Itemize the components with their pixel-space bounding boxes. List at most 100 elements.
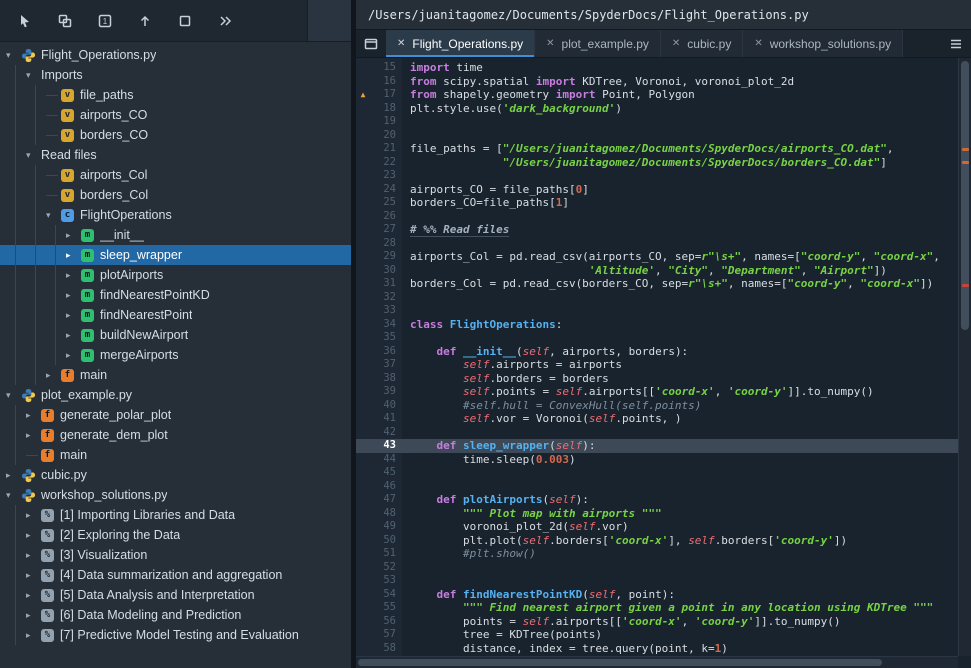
chevron-right-icon[interactable]: ▸	[46, 370, 61, 381]
chevron-right-icon[interactable]: ▸	[66, 330, 81, 341]
outline-item-file-paths[interactable]: vfile_paths	[0, 85, 351, 105]
line-number[interactable]: 26	[370, 210, 402, 224]
line-number[interactable]: 50	[370, 534, 402, 548]
code-line[interactable]: 48 """ Plot map with airports """	[356, 507, 958, 521]
chevron-right-icon[interactable]: ▸	[26, 570, 41, 581]
line-number[interactable]: 49	[370, 520, 402, 534]
line-number[interactable]: 46	[370, 480, 402, 494]
code-line[interactable]: 55 """ Find nearest airport given a poin…	[356, 601, 958, 615]
tab-close-icon[interactable]: ✕	[672, 38, 680, 49]
follow-cursor-button[interactable]	[170, 7, 200, 35]
chevron-down-icon[interactable]: ▾	[46, 210, 61, 221]
outline-item-cubic-py[interactable]: ▸cubic.py	[0, 465, 351, 485]
outline-item-main[interactable]: ▸fmain	[0, 365, 351, 385]
code-line[interactable]: 52	[356, 561, 958, 575]
chevron-down-icon[interactable]: ▾	[6, 490, 21, 501]
chevron-down-icon[interactable]: ▾	[6, 390, 21, 401]
code-line[interactable]: 19	[356, 115, 958, 129]
line-number[interactable]: 42	[370, 426, 402, 440]
code-line[interactable]: 15import time	[356, 61, 958, 75]
line-number[interactable]: 22	[370, 156, 402, 170]
chevron-right-icon[interactable]: ▸	[66, 270, 81, 281]
line-number[interactable]: 43	[370, 439, 402, 453]
line-number[interactable]: 20	[370, 129, 402, 143]
code-line[interactable]: 46	[356, 480, 958, 494]
outline-item-plot-example-py[interactable]: ▾plot_example.py	[0, 385, 351, 405]
code-line[interactable]: 16from scipy.spatial import KDTree, Voro…	[356, 75, 958, 89]
chevron-right-icon[interactable]: ▸	[26, 590, 41, 601]
editor-tab-cubic-py[interactable]: ✕cubic.py	[661, 30, 743, 57]
expand-all-button[interactable]	[210, 7, 240, 35]
code-line[interactable]: 56 points = self.airports[['coord-x', 'c…	[356, 615, 958, 629]
line-number[interactable]: 53	[370, 574, 402, 588]
line-number[interactable]: 34	[370, 318, 402, 332]
chevron-right-icon[interactable]: ▸	[26, 510, 41, 521]
code-line[interactable]: 26	[356, 210, 958, 224]
chevron-right-icon[interactable]: ▸	[26, 430, 41, 441]
chevron-down-icon[interactable]: ▾	[26, 70, 41, 81]
chevron-right-icon[interactable]: ▸	[66, 230, 81, 241]
line-number[interactable]: 51	[370, 547, 402, 561]
show-attributes-button[interactable]	[50, 7, 80, 35]
code-line[interactable]: 21file_paths = ["/Users/juanitagomez/Doc…	[356, 142, 958, 156]
outline-item-findnearestpointkd[interactable]: ▸mfindNearestPointKD	[0, 285, 351, 305]
tab-close-icon[interactable]: ✕	[397, 38, 405, 49]
outline-item-airports-col[interactable]: vairports_Col	[0, 165, 351, 185]
chevron-right-icon[interactable]: ▸	[26, 530, 41, 541]
outline-item-mergeairports[interactable]: ▸mmergeAirports	[0, 345, 351, 365]
line-number[interactable]: 23	[370, 169, 402, 183]
new-window-button[interactable]	[356, 30, 386, 57]
outline-item-generate-polar-plot[interactable]: ▸fgenerate_polar_plot	[0, 405, 351, 425]
outline-item-5-data-analysis-and-interpretation[interactable]: ▸%[5] Data Analysis and Interpretation	[0, 585, 351, 605]
chevron-right-icon[interactable]: ▸	[26, 630, 41, 641]
line-number[interactable]: 47	[370, 493, 402, 507]
line-number[interactable]: 15	[370, 61, 402, 75]
outline-item-init[interactable]: ▸m__init__	[0, 225, 351, 245]
line-number[interactable]: 17	[370, 88, 402, 102]
line-number[interactable]: 44	[370, 453, 402, 467]
outline-item-flight-operations-py[interactable]: ▾Flight_Operations.py	[0, 45, 351, 65]
line-number[interactable]: 32	[370, 291, 402, 305]
line-number[interactable]: 36	[370, 345, 402, 359]
chevron-down-icon[interactable]: ▾	[26, 150, 41, 161]
line-number[interactable]: 35	[370, 331, 402, 345]
outline-item-generate-dem-plot[interactable]: ▸fgenerate_dem_plot	[0, 425, 351, 445]
code-line[interactable]: 18plt.style.use('dark_background')	[356, 102, 958, 116]
code-line[interactable]: 24airports_CO = file_paths[0]	[356, 183, 958, 197]
line-number[interactable]: 31	[370, 277, 402, 291]
code-line[interactable]: 27# %% Read files	[356, 223, 958, 237]
outline-item-borders-col[interactable]: vborders_Col	[0, 185, 351, 205]
line-number[interactable]: 16	[370, 75, 402, 89]
chevron-right-icon[interactable]: ▸	[66, 350, 81, 361]
outline-item-airports-co[interactable]: vairports_CO	[0, 105, 351, 125]
line-number[interactable]: 19	[370, 115, 402, 129]
line-number[interactable]: 52	[370, 561, 402, 575]
outline-item-2-exploring-the-data[interactable]: ▸%[2] Exploring the Data	[0, 525, 351, 545]
outline-item-sleep-wrapper[interactable]: ▸msleep_wrapper	[0, 245, 351, 265]
line-number[interactable]: 29	[370, 250, 402, 264]
browse-tabs-button[interactable]	[941, 30, 971, 57]
outline-item-flightoperations[interactable]: ▾cFlightOperations	[0, 205, 351, 225]
line-number[interactable]: 30	[370, 264, 402, 278]
line-number[interactable]: 39	[370, 385, 402, 399]
line-number[interactable]: 56	[370, 615, 402, 629]
line-number[interactable]: 58	[370, 642, 402, 656]
chevron-down-icon[interactable]: ▾	[6, 50, 21, 61]
line-number[interactable]: 54	[370, 588, 402, 602]
tab-close-icon[interactable]: ✕	[546, 38, 554, 49]
line-number[interactable]: 41	[370, 412, 402, 426]
code-line[interactable]: 54 def findNearestPointKD(self, point):	[356, 588, 958, 602]
code-line[interactable]: 35	[356, 331, 958, 345]
line-number[interactable]: 48	[370, 507, 402, 521]
code-line[interactable]: 47 def plotAirports(self):	[356, 493, 958, 507]
hscrollbar-thumb[interactable]	[358, 659, 882, 666]
outline-item-6-data-modeling-and-prediction[interactable]: ▸%[6] Data Modeling and Prediction	[0, 605, 351, 625]
outline-item-imports[interactable]: ▾Imports	[0, 65, 351, 85]
chevron-right-icon[interactable]: ▸	[6, 470, 21, 481]
code-line[interactable]: 41 self.vor = Voronoi(self.points, )	[356, 412, 958, 426]
code-line[interactable]: 43 def sleep_wrapper(self):	[356, 439, 958, 453]
outline-item-7-predictive-model-testing-and-evaluation[interactable]: ▸%[7] Predictive Model Testing and Evalu…	[0, 625, 351, 645]
outline-item-3-visualization[interactable]: ▸%[3] Visualization	[0, 545, 351, 565]
code-line[interactable]: 38 self.borders = borders	[356, 372, 958, 386]
line-number[interactable]: 37	[370, 358, 402, 372]
